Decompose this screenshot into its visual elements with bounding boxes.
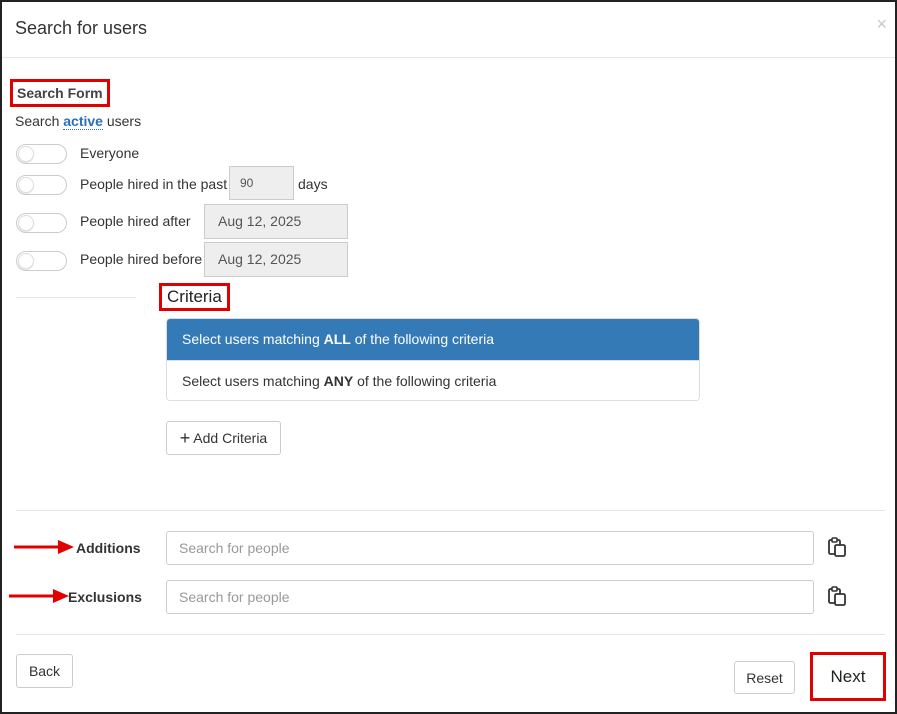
match-all-keyword: ALL — [323, 331, 351, 347]
plus-icon: + — [179, 428, 191, 448]
additions-search-input[interactable] — [166, 531, 814, 565]
hired-past-toggle[interactable] — [16, 175, 67, 195]
match-any-option[interactable]: Select users matching ANY of the followi… — [167, 360, 699, 400]
divider — [16, 510, 885, 511]
reset-button[interactable]: Reset — [734, 661, 795, 694]
add-criteria-button[interactable]: + Add Criteria — [166, 421, 281, 455]
annotation-arrow-icon — [9, 589, 69, 603]
additions-label: Additions — [76, 540, 141, 556]
match-any-keyword: ANY — [323, 373, 354, 389]
active-filter-link[interactable]: active — [63, 113, 103, 130]
hired-before-date-input[interactable]: Aug 12, 2025 — [204, 242, 348, 277]
hired-before-label: People hired before — [80, 251, 203, 267]
everyone-label: Everyone — [80, 145, 140, 161]
exclusions-label: Exclusions — [68, 589, 142, 605]
divider — [16, 297, 136, 298]
next-button-highlight: Next — [810, 652, 886, 701]
search-users-modal: Search for users × Search Form Search ac… — [0, 0, 897, 714]
hired-after-label: People hired after — [80, 213, 191, 229]
match-all-suffix: of the following criteria — [350, 331, 495, 347]
hired-before-toggle[interactable] — [16, 251, 67, 271]
exclusions-search-input[interactable] — [166, 580, 814, 614]
search-active-suffix: users — [102, 113, 142, 129]
days-unit-label: days — [298, 176, 328, 192]
hired-after-date-input[interactable]: Aug 12, 2025 — [204, 204, 348, 239]
annotation-arrow-icon — [14, 540, 74, 554]
hired-past-label: People hired in the past — [80, 176, 228, 192]
search-active-prefix: Search — [15, 113, 64, 129]
criteria-match-group: Select users matching ALL of the followi… — [166, 318, 700, 401]
toggle-knob — [18, 215, 34, 231]
toggle-knob — [18, 253, 34, 269]
everyone-toggle[interactable] — [16, 144, 67, 164]
toggle-knob — [18, 177, 34, 193]
criteria-label: Criteria — [159, 283, 230, 311]
add-criteria-label: Add Criteria — [193, 430, 268, 446]
modal-header: Search for users × — [2, 2, 895, 58]
back-button[interactable]: Back — [16, 654, 73, 688]
search-form-label: Search Form — [10, 79, 110, 107]
close-icon[interactable]: × — [876, 14, 887, 35]
match-all-prefix: Select users matching — [182, 331, 324, 347]
match-any-prefix: Select users matching — [182, 373, 324, 389]
hired-past-days-input[interactable]: 90 — [229, 166, 294, 200]
clipboard-paste-icon[interactable] — [826, 585, 848, 607]
clipboard-paste-icon[interactable] — [826, 536, 848, 558]
toggle-knob — [18, 146, 34, 162]
match-all-option[interactable]: Select users matching ALL of the followi… — [167, 319, 699, 360]
hired-after-toggle[interactable] — [16, 213, 67, 233]
next-button[interactable]: Next — [831, 667, 866, 687]
divider — [16, 634, 885, 635]
match-any-suffix: of the following criteria — [353, 373, 497, 389]
modal-title: Search for users — [15, 18, 148, 38]
search-active-text: Search active users — [15, 113, 142, 130]
